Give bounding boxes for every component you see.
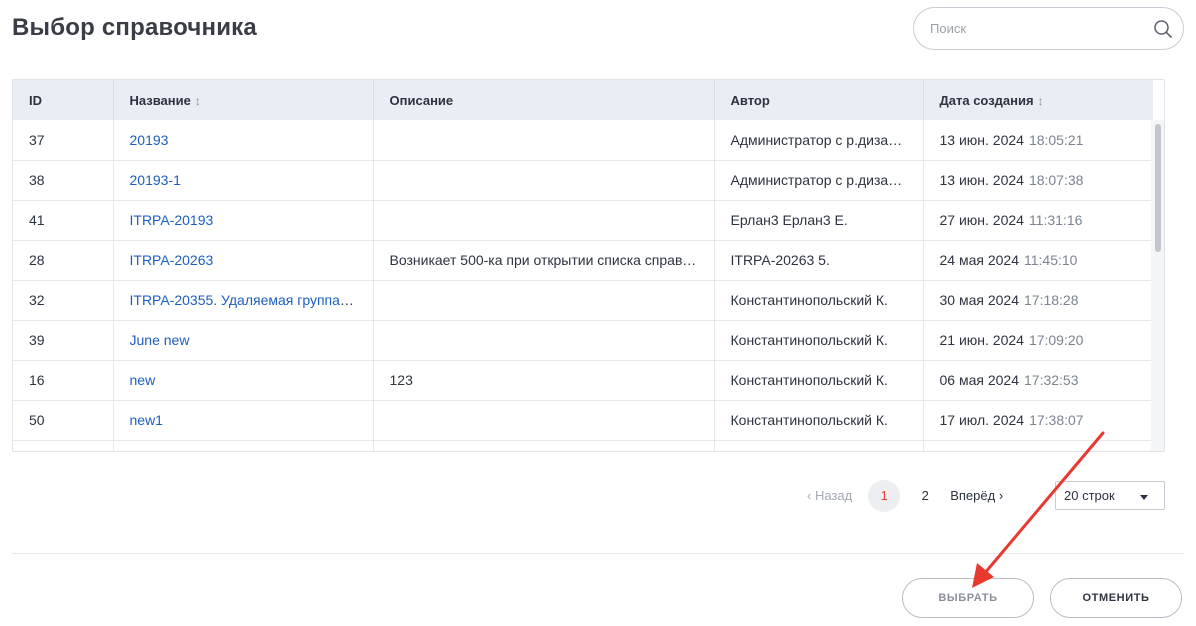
cell-id <box>13 440 114 451</box>
cell-created: 27 июн. 2024 11:31:16 <box>939 212 1083 228</box>
cell-id: 37 <box>13 120 114 160</box>
scrollbar-thumb[interactable] <box>1155 124 1161 252</box>
cell-name: 20193 <box>113 120 374 160</box>
next-page-button[interactable]: Вперёд › <box>950 488 1003 503</box>
page-title: Выбор справочника <box>12 14 257 41</box>
table-row[interactable]: 39 June new Константинопольский К. 21 июн. … <box>13 320 1153 360</box>
cell-author: Константинопольский К. <box>714 360 924 400</box>
prev-page-button[interactable]: ‹ Назад <box>807 488 852 503</box>
cell-author <box>714 440 924 451</box>
cell-author: Администратор с р.дизайна А. <box>714 160 924 200</box>
cell-name: June new <box>113 320 374 360</box>
cell-created: 13 июн. 2024 18:07:38 <box>939 172 1084 188</box>
cell-name: new <box>113 360 374 400</box>
directory-link[interactable]: June new <box>130 332 190 348</box>
search-input[interactable] <box>930 8 1150 49</box>
directory-link[interactable]: 20193 <box>130 132 169 148</box>
cell-id: 41 <box>13 200 114 240</box>
rows-per-page-select[interactable]: 20 строк <box>1055 481 1165 510</box>
table-row[interactable]: 50 new1 Константинопольский К. 17 июл. 2024… <box>13 400 1153 440</box>
table-row[interactable]: 38 20193-1 Администратор с р.дизайна А. 13 … <box>13 160 1153 200</box>
sort-icon[interactable]: ↕ <box>1038 94 1044 108</box>
sort-icon[interactable]: ↕ <box>195 94 201 108</box>
cell-created: 21 июн. 2024 17:09:20 <box>939 332 1084 348</box>
cell-description: 123 <box>373 360 715 400</box>
cell-description <box>373 280 715 320</box>
cell-description <box>373 200 715 240</box>
cell-created: 06 мая 2024 17:32:53 <box>939 372 1079 388</box>
cell-created: 24 мая 2024 11:45:10 <box>939 252 1078 268</box>
cell-id: 16 <box>13 360 114 400</box>
directory-link[interactable]: ITRPA-20263 <box>130 252 214 268</box>
cell-name: ITRPA-20263 <box>113 240 374 280</box>
column-header-name[interactable]: Название ↕ <box>113 80 374 120</box>
footer-divider <box>12 553 1184 554</box>
cell-name: ITRPA-20193 <box>113 200 374 240</box>
cell-created: 13 июн. 2024 18:05:21 <box>939 131 1084 148</box>
cell-author: Администратор с р.дизайна А. <box>714 120 924 160</box>
directory-table: ID Название ↕ Описание Автор Дата создани… <box>12 79 1165 452</box>
column-header-created[interactable]: Дата создания ↕ <box>923 80 1153 120</box>
cell-description: Возникает 500-ка при открытии списка спр… <box>373 240 715 280</box>
select-button[interactable]: ВЫБРАТЬ <box>902 578 1034 618</box>
cell-author: ITRPA-20263 5. <box>714 240 924 280</box>
page-button-2[interactable]: 2 <box>909 480 941 512</box>
cancel-button[interactable]: ОТМЕНИТЬ <box>1050 578 1182 618</box>
vertical-scrollbar[interactable] <box>1151 120 1164 451</box>
cell-id: 39 <box>13 320 114 360</box>
cell-author: Константинопольский К. <box>714 320 924 360</box>
cell-name: ITRPA-20355. Удаляемая группа справочник… <box>113 280 374 320</box>
page-button-1[interactable]: 1 <box>868 479 901 512</box>
column-header-description: Описание <box>373 80 715 120</box>
table-header-row: ID Название ↕ Описание Автор Дата создани… <box>13 80 1153 120</box>
cell-id: 38 <box>13 160 114 200</box>
cell-author: Константинопольский К. <box>714 400 924 440</box>
cell-description <box>373 120 715 160</box>
table-row[interactable] <box>13 440 1153 451</box>
cell-description <box>373 320 715 360</box>
cell-name: 20193-1 <box>113 160 374 200</box>
cell-id: 32 <box>13 280 114 320</box>
cell-name: new1 <box>113 400 374 440</box>
cell-id: 28 <box>13 240 114 280</box>
table-row[interactable]: 41 ITRPA-20193 Ерлан3 Ерлан3 Е. 27 июн. 202… <box>13 200 1153 240</box>
cell-created: 17 июл. 2024 17:38:07 <box>939 412 1084 428</box>
table-row[interactable]: 28 ITRPA-20263 Возникает 500-ка при открыт… <box>13 240 1153 280</box>
cell-name <box>113 440 374 451</box>
cell-created: 30 мая 2024 17:18:28 <box>939 292 1079 308</box>
rows-per-page-value: 20 строк <box>1064 488 1115 503</box>
directory-link[interactable]: new1 <box>130 412 163 428</box>
table-row[interactable]: 32 ITRPA-20355. Удаляемая группа справочн… <box>13 280 1153 320</box>
chevron-down-icon <box>1140 495 1148 500</box>
pagination: ‹ Назад 1 2 Вперёд › <box>800 479 1003 512</box>
directory-link[interactable]: new <box>130 372 156 388</box>
table-row[interactable]: 16 new 123 Константинопольский К. 06 мая 202… <box>13 360 1153 400</box>
cell-created <box>923 440 1153 451</box>
cell-author: Константинопольский К. <box>714 280 924 320</box>
directory-link[interactable]: ITRPA-20355. Удаляемая группа справочник… <box>130 292 373 308</box>
cell-author: Ерлан3 Ерлан3 Е. <box>714 200 924 240</box>
search-icon[interactable] <box>1153 19 1173 39</box>
cell-id: 50 <box>13 400 114 440</box>
cell-description <box>373 400 715 440</box>
directory-link[interactable]: ITRPA-20193 <box>130 212 214 228</box>
search-box[interactable] <box>913 7 1184 50</box>
column-header-id: ID <box>13 80 114 120</box>
cell-description <box>373 440 715 451</box>
cell-description <box>373 160 715 200</box>
directory-link[interactable]: 20193-1 <box>130 172 181 188</box>
column-header-author: Автор <box>714 80 924 120</box>
table-row[interactable]: 37 20193 Администратор с р.дизайна А. 13 ию… <box>13 120 1153 160</box>
